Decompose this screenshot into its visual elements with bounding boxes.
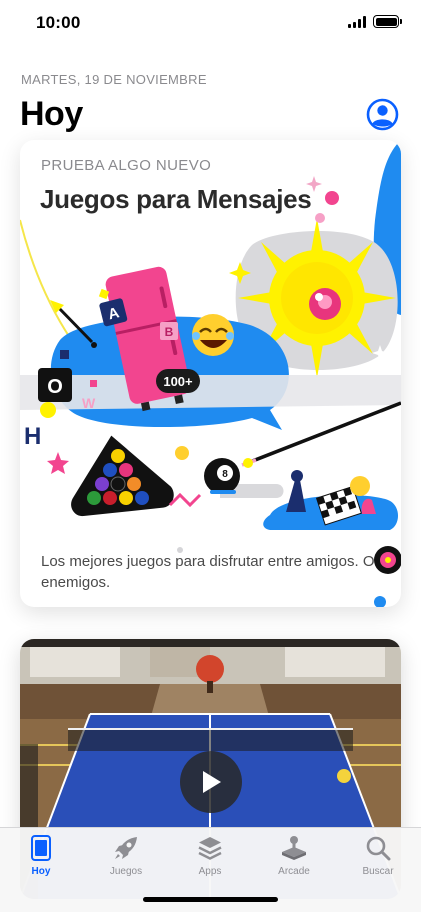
account-icon — [366, 98, 399, 131]
status-time: 10:00 — [36, 13, 81, 32]
page-title: Hoy — [20, 95, 83, 133]
signal-icon — [348, 15, 366, 28]
svg-text:W: W — [82, 395, 96, 411]
battery-icon — [373, 15, 402, 28]
tab-juegos[interactable]: Juegos — [91, 833, 161, 877]
home-indicator[interactable] — [143, 897, 278, 902]
search-icon — [343, 833, 413, 863]
svg-text:O: O — [47, 376, 63, 398]
date-label: MARTES, 19 DE NOVIEMBRE — [21, 72, 207, 87]
tab-arcade[interactable]: Arcade — [259, 833, 329, 877]
status-bar: 10:00 — [0, 0, 421, 46]
featured-story-card[interactable]: A B 100+ O W H 8 PRUEBA ALGO NUEVO Juego… — [20, 140, 401, 607]
tab-label: Arcade — [278, 866, 310, 877]
play-icon — [203, 771, 221, 793]
joystick-icon — [259, 833, 329, 863]
tab-label: Hoy — [31, 866, 51, 877]
play-button[interactable] — [180, 751, 242, 813]
tab-apps[interactable]: Apps — [175, 833, 245, 877]
status-icons — [348, 15, 402, 28]
badge-100-text: 100+ — [163, 374, 193, 389]
card-title: Juegos para Mensajes — [40, 184, 312, 214]
tab-label: Juegos — [109, 866, 143, 877]
tab-buscar[interactable]: Buscar — [343, 833, 413, 877]
svg-text:H: H — [24, 423, 41, 450]
card-eyebrow: PRUEBA ALGO NUEVO — [41, 157, 212, 174]
tab-label: Apps — [198, 866, 222, 877]
svg-text:B: B — [165, 325, 174, 339]
account-button[interactable] — [366, 98, 399, 131]
layers-icon — [175, 833, 245, 863]
card-description: Los mejores juegos para disfrutar entre … — [41, 553, 375, 591]
tab-hoy[interactable]: Hoy — [6, 833, 76, 877]
tab-label: Buscar — [362, 866, 394, 877]
eight-ball-text: 8 — [222, 469, 228, 480]
today-icon — [6, 833, 76, 863]
rocket-icon — [91, 833, 161, 863]
